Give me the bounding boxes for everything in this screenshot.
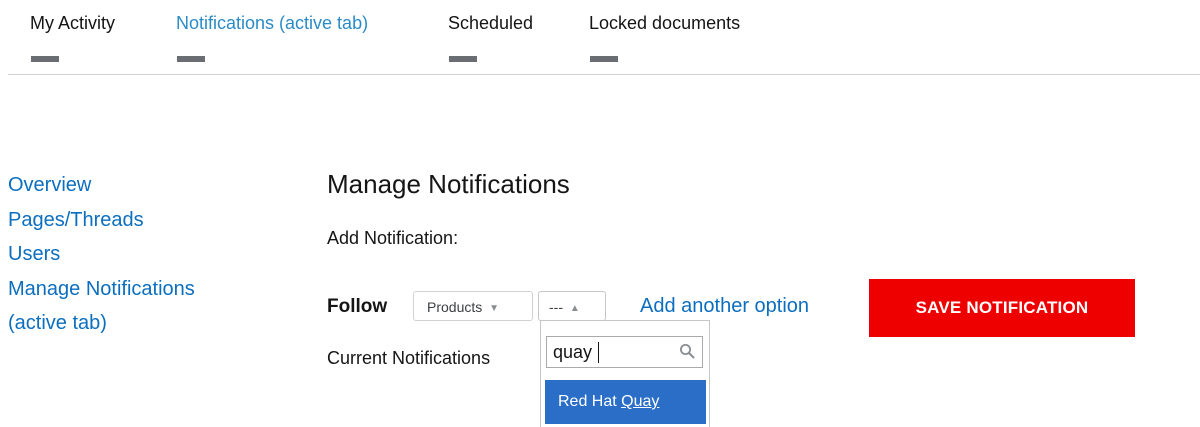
tab-notifications[interactable]: Notifications (active tab): [176, 13, 368, 34]
tab-my-activity[interactable]: My Activity: [30, 13, 115, 34]
products-select[interactable]: Products ▼: [413, 291, 533, 321]
tab-placeholder-bar: [31, 56, 59, 62]
type-select[interactable]: --- ▲: [538, 291, 606, 321]
products-select-value: Products: [427, 299, 483, 315]
type-select-dropdown: Red Hat Quay: [540, 320, 710, 427]
sidebar-item-manage-notifications[interactable]: Manage Notifications: [8, 272, 195, 307]
add-another-option-link[interactable]: Add another option: [640, 295, 809, 318]
dropdown-search-box: [546, 336, 703, 368]
sidebar-item-users[interactable]: Users: [8, 237, 195, 272]
search-icon: [680, 344, 695, 359]
tab-scheduled[interactable]: Scheduled: [448, 13, 533, 34]
save-notification-button[interactable]: SAVE NOTIFICATION: [869, 279, 1135, 337]
current-notifications-label: Current Notifications: [327, 348, 491, 368]
dropdown-option-red-hat-quay[interactable]: Red Hat Quay: [545, 380, 706, 424]
page-title: Manage Notifications: [327, 169, 570, 199]
caret-up-icon: ▲: [569, 303, 580, 314]
sidebar-item-active-tab-note[interactable]: (active tab): [8, 306, 195, 341]
text-cursor: [598, 342, 599, 363]
caret-down-icon: ▼: [489, 303, 500, 314]
tab-placeholder-bar: [177, 56, 205, 62]
sidebar-item-overview[interactable]: Overview: [8, 168, 195, 203]
notification-tabs: My Activity Notifications (active tab) S…: [8, 0, 1200, 75]
tab-placeholder-bar: [449, 56, 477, 62]
add-notification-label: Add Notification:: [327, 228, 459, 248]
tab-placeholder-bar: [590, 56, 618, 62]
option-match-text: Quay: [621, 393, 660, 410]
tab-locked-documents[interactable]: Locked documents: [589, 13, 740, 34]
sidebar-item-pages-threads[interactable]: Pages/Threads: [8, 203, 195, 238]
dropdown-search-input[interactable]: [547, 337, 673, 367]
type-select-value: ---: [549, 299, 563, 315]
option-prefix-text: Red Hat: [558, 393, 622, 410]
follow-label: Follow: [327, 296, 388, 317]
sidebar-nav: Overview Pages/Threads Users Manage Noti…: [8, 168, 195, 341]
